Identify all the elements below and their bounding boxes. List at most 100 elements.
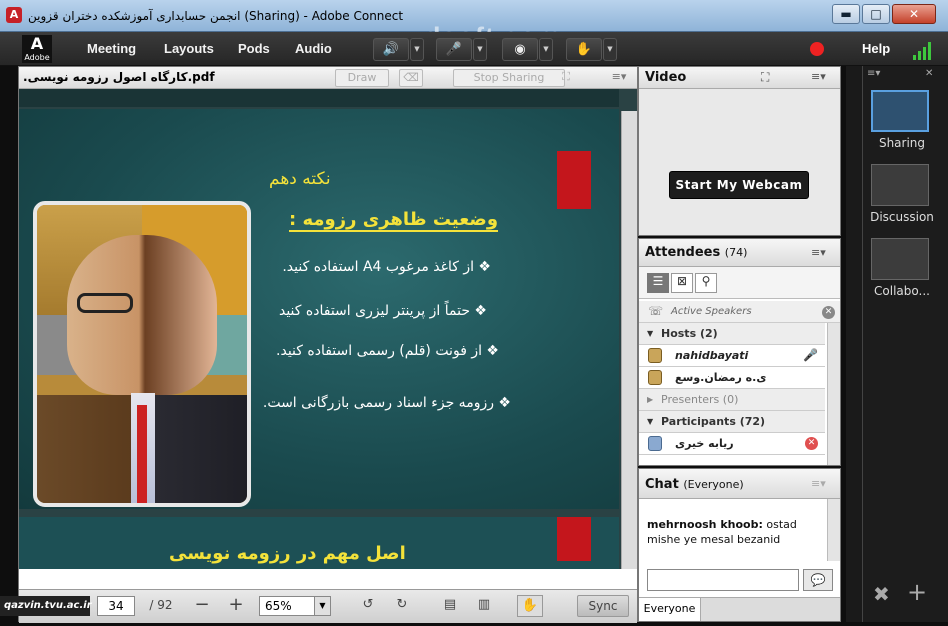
collapse-icon: ▼ xyxy=(647,417,654,426)
eraser-icon[interactable]: ⌫ xyxy=(399,69,423,87)
speaker-dropdown-button[interactable]: ▼ xyxy=(410,38,424,61)
document-viewer[interactable]: نکته دهم وضعیت ظاهری رزومه : ❖ از کاغذ م… xyxy=(19,89,637,569)
chat-scrollbar[interactable] xyxy=(827,499,840,561)
add-layout-icon[interactable]: + xyxy=(907,578,927,606)
send-message-icon[interactable]: 💬 xyxy=(803,569,833,591)
zoom-in-icon[interactable]: + xyxy=(225,595,247,617)
attendee-list-scrollbar[interactable] xyxy=(827,323,840,465)
start-webcam-button[interactable]: Start My Webcam xyxy=(669,171,809,199)
zoom-out-icon[interactable]: − xyxy=(191,595,213,617)
menu-layouts[interactable]: Layouts xyxy=(164,41,214,56)
participants-group-label: Participants (72) xyxy=(661,415,766,428)
hosts-group-label: Hosts (2) xyxy=(661,327,718,340)
layout-discussion-label[interactable]: Discussion xyxy=(863,210,941,224)
multi-page-icon[interactable]: ▥ xyxy=(473,595,495,617)
status-dropdown-button[interactable]: ▼ xyxy=(603,38,617,61)
sync-button[interactable]: Sync xyxy=(577,595,629,617)
rotate-right-icon[interactable]: ↻ xyxy=(391,595,413,617)
dock-splitter[interactable] xyxy=(846,66,862,622)
help-menu[interactable]: Help xyxy=(862,41,890,56)
pod-options-menu-icon[interactable]: ≡▾ xyxy=(607,69,631,87)
single-page-icon[interactable]: ▤ xyxy=(439,595,461,617)
layout-discussion-thumbnail[interactable] xyxy=(871,164,929,206)
recording-indicator-icon[interactable] xyxy=(810,42,824,56)
list-item[interactable]: ی.ه رمضان.وسع xyxy=(639,367,825,389)
slide-subheading: وضعیت ظاهری رزومه : xyxy=(289,209,499,232)
breakout-view-icon[interactable]: ⊠ xyxy=(671,273,693,293)
maximize-button[interactable]: □ xyxy=(862,4,890,24)
list-item[interactable]: ریابه خیری ✕ xyxy=(639,433,825,455)
slide-heading: نکته دهم xyxy=(269,169,331,189)
video-pod-header: Video ⛶ ≡▾ xyxy=(639,67,840,89)
zoom-select[interactable]: 65% ▼ xyxy=(259,596,331,616)
minimize-button[interactable]: ▬ xyxy=(832,4,860,24)
pod-options-menu-icon[interactable]: ≡▾ xyxy=(811,70,826,83)
attendees-pod-header: Attendees (74) ≡▾ xyxy=(639,239,840,267)
status-view-icon[interactable]: ⚲ xyxy=(695,273,717,293)
list-view-icon[interactable]: ☰ xyxy=(647,273,669,293)
stop-sharing-button[interactable]: Stop Sharing xyxy=(453,69,565,87)
manage-layouts-icon[interactable]: ✖ xyxy=(873,582,890,606)
share-pod: .کارگاه اصول رزومه نویسی.pdf Draw ⌫ Stop… xyxy=(18,66,638,623)
slide-bullet-2-text: حتماً از پرینتر لیزری استفاده کنید xyxy=(278,303,470,319)
layout-collaboration-label[interactable]: Collabo... xyxy=(863,284,941,298)
raise-hand-button[interactable]: ✋ xyxy=(566,38,602,61)
collapse-icon: ▼ xyxy=(647,329,654,338)
chat-title-text: Chat xyxy=(645,477,679,492)
hand-tool-icon[interactable]: ✋ xyxy=(517,595,543,617)
fullscreen-icon[interactable]: ⛶ xyxy=(761,70,769,85)
webcam-button[interactable]: ◉ xyxy=(502,38,538,61)
slide-accent-bar xyxy=(557,151,591,209)
attendee-view-toolbar: ☰ ⊠ ⚲ xyxy=(639,267,840,299)
attendee-name: ی.ه رمضان.وسع xyxy=(675,371,767,384)
next-slide-accent-bar xyxy=(557,517,591,561)
layout-sharing-label[interactable]: Sharing xyxy=(863,136,941,150)
close-button[interactable]: ✕ xyxy=(892,4,936,24)
adobe-logo: A Adobe xyxy=(22,35,52,63)
webcam-dropdown-button[interactable]: ▼ xyxy=(539,38,553,61)
webcam-icon: ◉ xyxy=(514,42,526,57)
remove-icon[interactable]: ✕ xyxy=(805,437,818,450)
hosts-group-row[interactable]: ▼ Hosts (2) xyxy=(639,323,825,345)
list-item[interactable] xyxy=(639,455,825,465)
menu-pods[interactable]: Pods xyxy=(238,41,270,56)
document-vertical-scrollbar[interactable] xyxy=(621,111,637,569)
close-active-speakers-icon[interactable]: ✕ xyxy=(822,306,835,319)
speaker-volume-button[interactable]: 🔊 xyxy=(373,38,409,61)
chat-input[interactable] xyxy=(647,569,799,591)
attendee-name: ریابه خیری xyxy=(675,437,734,450)
chat-tab-everyone[interactable]: Everyone xyxy=(639,597,701,621)
layout-collaboration-thumbnail[interactable] xyxy=(871,238,929,280)
page-number-input[interactable]: 34 xyxy=(97,596,135,616)
raise-hand-icon: ✋ xyxy=(575,42,593,57)
microphone-button[interactable]: 🎤 xyxy=(436,38,472,61)
slide-bullet-2: ❖ حتماً از پرینتر لیزری استفاده کنید xyxy=(278,303,487,319)
chat-sender: mehrnoosh khoob: xyxy=(647,518,763,531)
microphone-icon[interactable]: 🎤 xyxy=(803,348,818,362)
video-pod-title: Video xyxy=(645,70,687,85)
layout-sharing-thumbnail[interactable] xyxy=(871,90,929,132)
rotate-left-icon[interactable]: ↺ xyxy=(357,595,379,617)
active-speakers-row: ☏ Active Speakers ✕ xyxy=(639,301,840,323)
attendees-count: (74) xyxy=(724,246,748,259)
presenters-group-row[interactable]: ▶ Presenters (0) xyxy=(639,389,825,411)
fullscreen-icon[interactable]: ⛶ xyxy=(555,69,577,87)
dock-close-icon[interactable]: ✕ xyxy=(925,68,933,79)
menu-audio[interactable]: Audio xyxy=(295,41,332,56)
chat-title: Chat (Everyone) xyxy=(645,477,744,492)
menu-meeting[interactable]: Meeting xyxy=(87,41,136,56)
pod-options-menu-icon[interactable]: ≡▾ xyxy=(811,246,826,259)
microphone-dropdown-button[interactable]: ▼ xyxy=(473,38,487,61)
previous-slide-edge xyxy=(19,89,619,107)
list-item[interactable]: nahidbayati 🎤 xyxy=(639,345,825,367)
layouts-dock: ≡▾ ✕ Sharing Discussion Collabo... ✖ + xyxy=(862,66,948,622)
slide-bullet-4-text: رزومه جزء اسناد رسمی بازرگانی است. xyxy=(262,395,494,411)
phone-icon: ☏ xyxy=(648,304,664,318)
pod-options-menu-icon[interactable]: ≡▾ xyxy=(811,477,826,490)
participants-group-row[interactable]: ▼ Participants (72) xyxy=(639,411,825,433)
adobe-connect-app-icon: A xyxy=(6,7,22,23)
dock-options-icon[interactable]: ≡▾ xyxy=(867,68,880,79)
slide-bullet-4: ❖ رزومه جزء اسناد رسمی بازرگانی است. xyxy=(262,395,511,411)
zoom-dropdown-icon: ▼ xyxy=(314,597,330,615)
draw-button[interactable]: Draw xyxy=(335,69,389,87)
